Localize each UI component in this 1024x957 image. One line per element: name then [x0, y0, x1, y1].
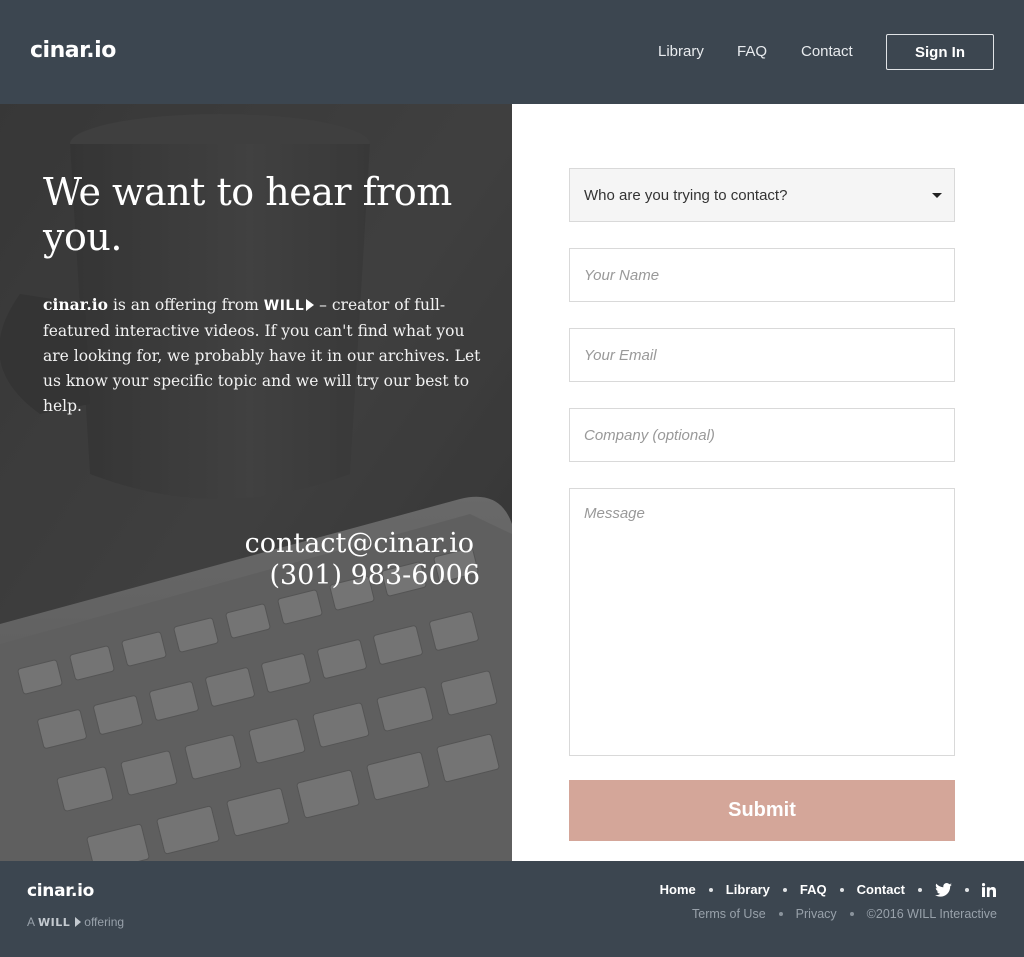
- footer-link-faq[interactable]: FAQ: [800, 882, 827, 897]
- twitter-icon[interactable]: [935, 882, 952, 897]
- separator-dot: [849, 912, 854, 916]
- chevron-down-icon: [932, 193, 942, 198]
- footer-legal: Terms of Use Privacy ©2016 WILL Interact…: [692, 907, 997, 921]
- message-textarea[interactable]: [569, 488, 955, 756]
- linkedin-icon[interactable]: [982, 882, 996, 897]
- terms-link[interactable]: Terms of Use: [692, 907, 766, 921]
- footer-link-contact[interactable]: Contact: [857, 882, 905, 897]
- separator-dot: [965, 887, 969, 892]
- hero-description: cinar.io is an offering from WILL – crea…: [43, 292, 488, 419]
- footer-will-play-icon: [75, 917, 82, 927]
- hero-body-intro: is an offering from: [108, 296, 264, 314]
- site-header: cinar.io Library FAQ Contact Sign In: [0, 0, 1024, 104]
- site-logo[interactable]: cinar.io: [30, 38, 116, 63]
- separator-dot: [782, 887, 787, 892]
- sign-in-button[interactable]: Sign In: [886, 34, 994, 70]
- copyright-text: ©2016 WILL Interactive: [866, 907, 997, 921]
- separator-dot: [778, 912, 783, 916]
- footer-nav: Home Library FAQ Contact: [660, 882, 996, 897]
- nav-link-library[interactable]: Library: [658, 43, 704, 60]
- contact-email[interactable]: contact@cinar.io: [245, 528, 474, 559]
- email-input[interactable]: [569, 328, 955, 382]
- footer-will-logo: WILL: [38, 915, 71, 929]
- tagline-prefix: A: [27, 915, 36, 929]
- separator-dot: [839, 887, 844, 892]
- privacy-link[interactable]: Privacy: [796, 907, 837, 921]
- footer-link-home[interactable]: Home: [660, 882, 696, 897]
- contact-recipient-select[interactable]: Who are you trying to contact?: [569, 168, 955, 222]
- separator-dot: [918, 887, 922, 892]
- will-logo: WILL: [263, 298, 305, 314]
- select-value: Who are you trying to contact?: [584, 186, 788, 204]
- nav-link-contact[interactable]: Contact: [801, 43, 853, 60]
- hero-brand: cinar.io: [43, 295, 109, 314]
- tagline-suffix: offering: [84, 915, 125, 929]
- hero-panel: We want to hear from you. cinar.io is an…: [0, 104, 512, 861]
- separator-dot: [708, 887, 713, 892]
- nav-link-faq[interactable]: FAQ: [737, 43, 767, 60]
- company-input[interactable]: [569, 408, 955, 462]
- submit-button[interactable]: Submit: [569, 780, 955, 841]
- hero-title: We want to hear from you.: [43, 170, 452, 259]
- footer-logo[interactable]: cinar.io: [27, 881, 94, 901]
- name-input[interactable]: [569, 248, 955, 302]
- site-footer: cinar.io A WILL offering Home Library FA…: [0, 861, 1024, 957]
- footer-tagline: A WILL offering: [27, 915, 124, 929]
- footer-link-library[interactable]: Library: [726, 882, 770, 897]
- contact-phone[interactable]: (301) 983-6006: [269, 560, 480, 591]
